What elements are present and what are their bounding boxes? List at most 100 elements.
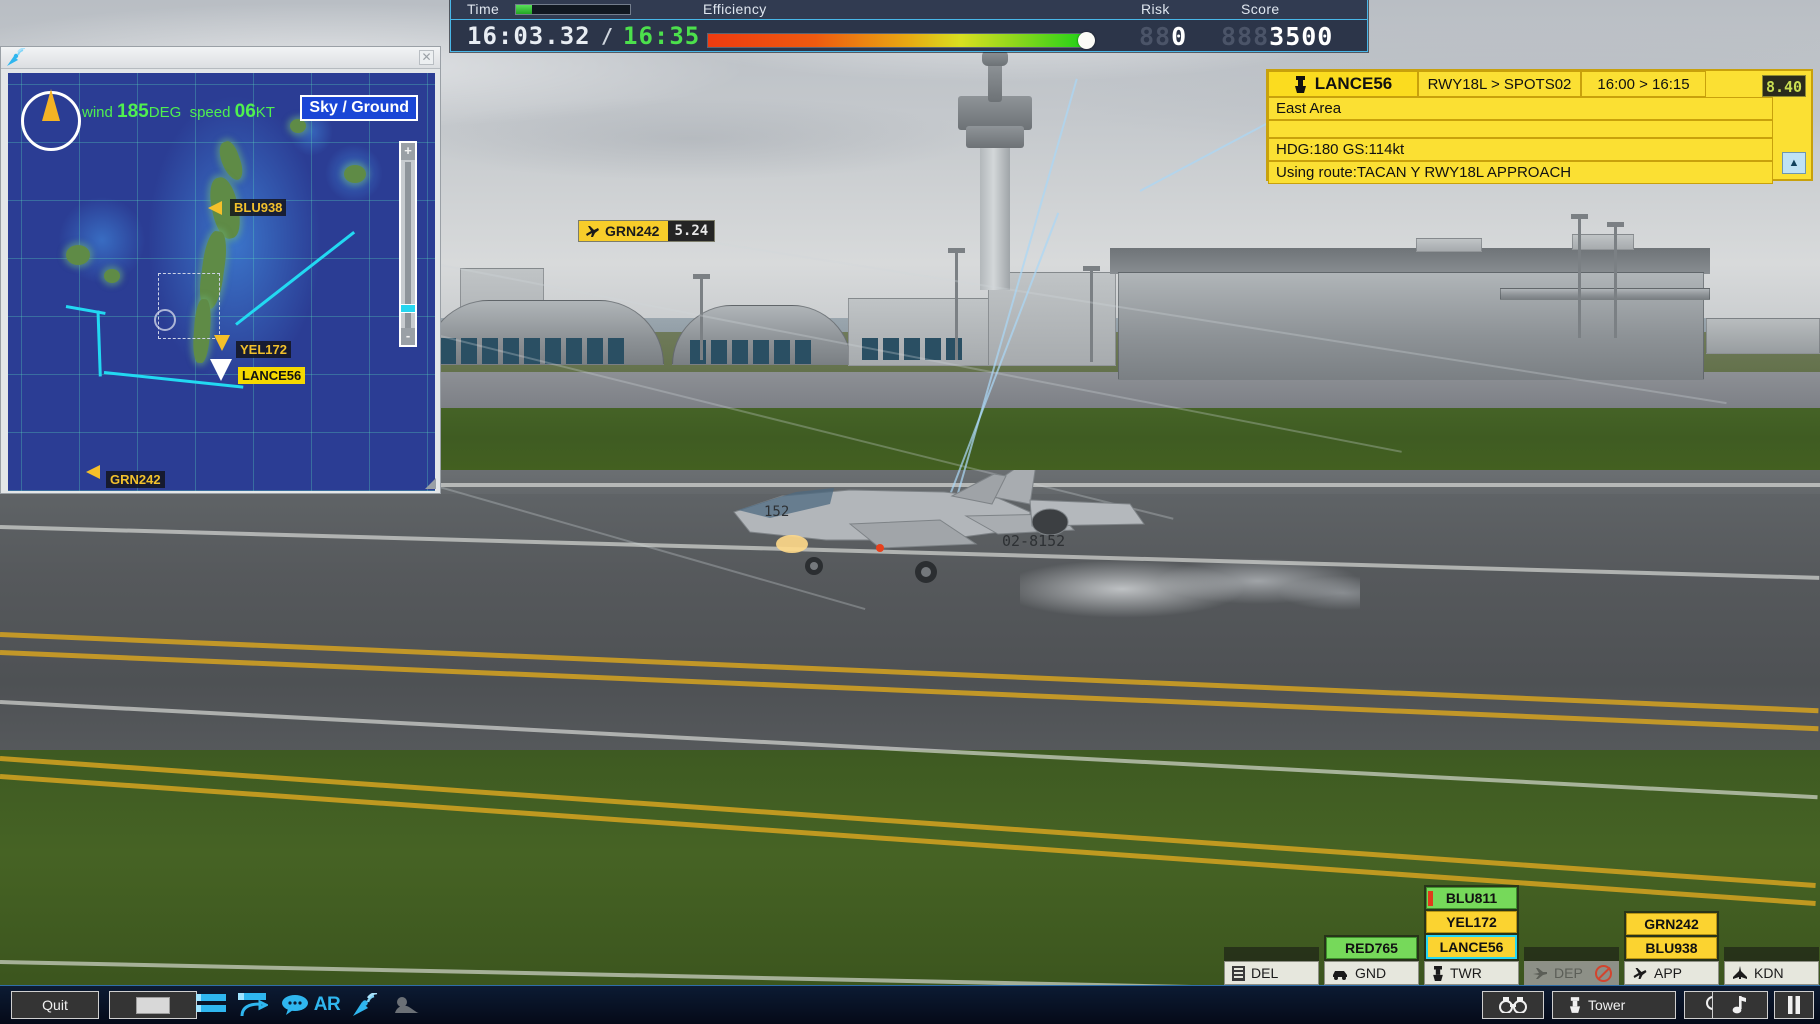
chat-button[interactable]	[280, 992, 310, 1018]
control-tower-mast	[988, 62, 1002, 102]
light-pole-5	[1607, 222, 1624, 338]
efficiency-fill	[708, 34, 1091, 47]
wind-compass	[21, 89, 81, 151]
big-hangar-canopy	[1500, 288, 1710, 300]
flight-strip-area[interactable]: East Area	[1268, 97, 1773, 120]
flight-strip-countdown: 8.40	[1762, 75, 1806, 97]
radar-label-yel172[interactable]: YEL172	[236, 341, 291, 358]
radar-target-yel172[interactable]	[214, 335, 230, 351]
keyboard-icon	[136, 996, 170, 1014]
controller-button-twr[interactable]: TWR	[1424, 961, 1519, 985]
flight-strip-area-row: East Area	[1268, 97, 1811, 120]
board-stack-gnd[interactable]: RED765	[1324, 935, 1419, 961]
board-aircraft-yel172[interactable]: YEL172	[1426, 911, 1517, 933]
board-aircraft-blu938[interactable]: BLU938	[1626, 937, 1717, 959]
risk-value: 0	[1171, 22, 1188, 51]
flight-strip-blank[interactable]	[1268, 120, 1773, 138]
board-stack-dep[interactable]	[1524, 947, 1619, 961]
controller-button-kdn[interactable]: KDN	[1724, 961, 1819, 985]
controller-button-del[interactable]: DEL	[1224, 961, 1319, 985]
efficiency-marker	[1078, 32, 1095, 49]
music-note-icon	[1732, 996, 1746, 1014]
radar-zoom-in-button[interactable]: +	[401, 143, 415, 160]
flight-strips-button[interactable]	[196, 992, 226, 1018]
control-tower-mast-top	[982, 50, 1008, 66]
speed-prefix: speed	[189, 104, 231, 121]
flight-strip-blank-row	[1268, 120, 1811, 138]
view-mode-button[interactable]: Tower	[1552, 991, 1676, 1019]
radar-window[interactable]: ✕ wind 185DEG speed 06KT Sky / Ground + …	[0, 46, 441, 494]
radar-target-grn242[interactable]	[86, 465, 100, 479]
sky-ground-toggle-button[interactable]: Sky / Ground	[300, 95, 418, 121]
score-label: Score	[1241, 1, 1280, 17]
board-stack-del[interactable]	[1224, 947, 1319, 961]
radar-target-blu938[interactable]	[208, 201, 222, 215]
flight-strip-expand-button[interactable]: ▲	[1782, 152, 1806, 174]
controller-button-app[interactable]: APP	[1624, 961, 1719, 985]
radar-toggle-button[interactable]	[350, 992, 380, 1018]
board-column-del: DEL	[1224, 947, 1319, 985]
radar-zoom-slider[interactable]: + -	[399, 141, 417, 347]
score-value: 3500	[1269, 22, 1334, 51]
flight-strip-window-cell[interactable]: 16:00 > 16:15	[1581, 71, 1706, 97]
radar-window-titlebar[interactable]: ✕	[1, 47, 440, 69]
pause-button[interactable]	[1774, 991, 1814, 1019]
time-progress-fill	[516, 5, 532, 14]
keyboard-toggle-button[interactable]	[109, 991, 197, 1019]
island-west-b	[104, 269, 120, 283]
ar-button[interactable]: AR	[308, 992, 346, 1018]
controller-button-gnd[interactable]: GND	[1324, 961, 1419, 985]
light-pole-3	[1083, 266, 1100, 362]
radar-display[interactable]: wind 185DEG speed 06KT Sky / Ground + - …	[8, 73, 435, 491]
scene-callout-grn242[interactable]: GRN242 5.24	[578, 220, 716, 242]
terrain-button[interactable]	[392, 992, 422, 1018]
no-entry-icon	[1595, 965, 1612, 982]
aircraft-tail-number: 02-8152	[1002, 532, 1065, 550]
radar-label-grn242[interactable]: GRN242	[106, 471, 165, 488]
time-label: Time	[467, 1, 500, 17]
radar-zoom-out-button[interactable]: -	[401, 328, 415, 345]
score-dim-digits: 888	[1221, 22, 1270, 51]
top-status-bar: Time Efficiency Risk Score 16:03.32 / 16…	[450, 0, 1368, 52]
flight-strip-callsign-cell[interactable]: LANCE56	[1268, 71, 1418, 97]
board-aircraft-lance56[interactable]: LANCE56	[1426, 935, 1517, 959]
board-column-dep: DEP	[1524, 947, 1619, 985]
board-stack-twr[interactable]: BLU811 YEL172 LANCE56	[1424, 885, 1519, 961]
controller-button-dep[interactable]: DEP	[1524, 961, 1619, 985]
big-hangar-roof	[1110, 248, 1710, 274]
efficiency-label: Efficiency	[703, 1, 767, 17]
radar-label-lance56[interactable]: LANCE56	[238, 367, 306, 384]
clearance-list-icon	[1232, 965, 1245, 981]
aircraft-f15-lance56[interactable]: 152 02-8152	[730, 463, 1150, 590]
board-aircraft-grn242[interactable]: GRN242	[1626, 913, 1717, 935]
approach-strips-icon	[238, 993, 268, 1017]
radar-zoom-handle[interactable]	[400, 304, 416, 313]
radar-close-icon[interactable]: ✕	[419, 50, 434, 65]
callout-callsign: GRN242	[605, 223, 660, 239]
approach-strips-button[interactable]	[238, 992, 268, 1018]
flight-strip-heading-speed[interactable]: HDG:180 GS:114kt	[1268, 138, 1773, 161]
flight-strip-using-route[interactable]: Using route:TACAN Y RWY18L APPROACH	[1268, 161, 1773, 184]
binoculars-button[interactable]	[1482, 991, 1544, 1019]
flight-strips-icon	[196, 994, 226, 1001]
control-tower-icon	[1433, 965, 1443, 981]
wind-degrees: 185	[117, 101, 149, 122]
board-stack-kdn[interactable]	[1724, 947, 1819, 961]
controller-label-twr: TWR	[1450, 965, 1482, 981]
board-aircraft-blu811[interactable]: BLU811	[1426, 887, 1517, 909]
departing-aircraft-icon	[586, 225, 599, 237]
radar-label-blu938[interactable]: BLU938	[230, 199, 287, 216]
radar-target-lance56[interactable]	[210, 359, 232, 381]
board-stack-app[interactable]: GRN242 BLU938	[1624, 911, 1719, 961]
flight-strip-lance56[interactable]: LANCE56 RWY18L > SPOTS02 16:00 > 16:15 E…	[1266, 69, 1813, 184]
radar-resize-handle[interactable]	[425, 478, 436, 489]
board-column-app: GRN242 BLU938 APP	[1624, 911, 1719, 985]
radar-dish-icon	[5, 47, 27, 73]
flight-strip-route-cell[interactable]: RWY18L > SPOTS02	[1418, 71, 1581, 97]
music-button[interactable]	[1712, 991, 1768, 1019]
wind-degrees-unit: DEG	[148, 104, 182, 121]
risk-readout: 880	[1139, 22, 1187, 51]
wind-speed-unit: KT	[255, 104, 275, 121]
board-aircraft-red765[interactable]: RED765	[1326, 937, 1417, 959]
quit-button[interactable]: Quit	[11, 991, 99, 1019]
